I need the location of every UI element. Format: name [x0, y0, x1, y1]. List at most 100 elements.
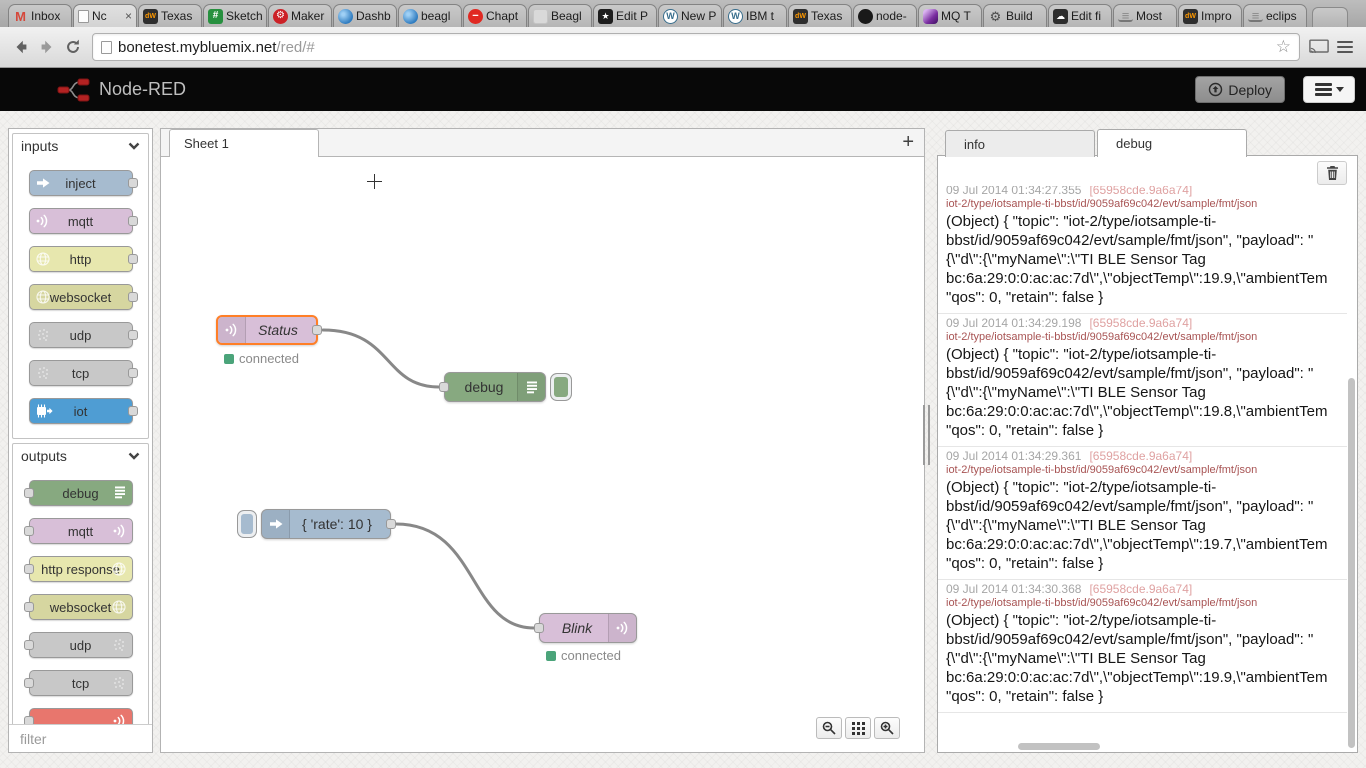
inject-button[interactable]: [237, 510, 257, 538]
browser-tab[interactable]: ⚙ Build ×: [983, 4, 1047, 27]
browser-tab[interactable]: Nc ×: [73, 4, 137, 27]
horizontal-scrollbar-thumb[interactable]: [1018, 743, 1100, 750]
palette-node-tcp[interactable]: tcp: [29, 360, 133, 386]
url-bar[interactable]: bonetest.mybluemix.net/red/# ☆: [92, 33, 1300, 61]
sidebar-content: {\"d\":{\"myName\":\"TI BLE Sensor Tag b…: [937, 155, 1358, 753]
wire[interactable]: [323, 330, 439, 387]
node-palette: inputs inject mqtt http websocket udp: [8, 128, 153, 753]
browser-tab[interactable]: ⚙ Maker ×: [268, 4, 332, 27]
browser-tab[interactable]: ★ Edit P ×: [593, 4, 657, 27]
blue-favicon: [338, 9, 353, 24]
new-tab-button[interactable]: [1312, 7, 1348, 27]
palette-section-header[interactable]: inputs: [13, 134, 148, 158]
browser-tab[interactable]: W New P ×: [658, 4, 722, 27]
tab-label: eclips: [1266, 9, 1302, 23]
zoom-in-button[interactable]: [874, 717, 900, 739]
flow-node-debug1[interactable]: debug: [444, 372, 546, 402]
node-port[interactable]: [128, 368, 138, 378]
browser-tab[interactable]: # Sketch ×: [203, 4, 267, 27]
url-host: bonetest.mybluemix.net: [118, 39, 276, 56]
palette-node-websocket[interactable]: websocket: [29, 284, 133, 310]
flow-node-inject1[interactable]: { 'rate': 10 }: [261, 509, 391, 539]
browser-tab[interactable]: dW Impro ×: [1178, 4, 1242, 27]
so-favicon: ≡: [1248, 10, 1263, 22]
browser-tab[interactable]: MQ T ×: [918, 4, 982, 27]
palette-section-header[interactable]: outputs: [13, 444, 148, 468]
cast-icon[interactable]: [1306, 34, 1332, 60]
browser-tab[interactable]: W IBM t ×: [723, 4, 787, 27]
zoom-out-button[interactable]: [816, 717, 842, 739]
node-port[interactable]: [128, 216, 138, 226]
palette-node-inject[interactable]: inject: [29, 170, 133, 196]
sheets-favicon: #: [208, 9, 223, 24]
ghost-favicon: [533, 9, 548, 24]
sidebar-tab-bar: info debug: [937, 128, 1358, 156]
tab-label: Dashb: [356, 9, 392, 23]
browser-tab[interactable]: node- ×: [853, 4, 917, 27]
deploy-button[interactable]: Deploy: [1195, 76, 1285, 103]
node-port[interactable]: [128, 292, 138, 302]
sheet-tab[interactable]: Sheet 1: [169, 129, 319, 157]
input-port[interactable]: [534, 623, 544, 633]
palette-node-mqtt[interactable]: mqtt: [29, 518, 133, 544]
vertical-scrollbar-thumb[interactable]: [1348, 378, 1355, 748]
node-port[interactable]: [128, 406, 138, 416]
browser-tab[interactable]: − Chapt ×: [463, 4, 527, 27]
sidebar-tab-info[interactable]: info: [945, 130, 1095, 157]
wire[interactable]: [396, 524, 534, 628]
output-port[interactable]: [312, 325, 322, 335]
sidebar-resize-grip[interactable]: [923, 405, 932, 465]
node-port[interactable]: [24, 526, 34, 536]
forward-button[interactable]: [34, 34, 60, 60]
node-port[interactable]: [128, 330, 138, 340]
browser-tab[interactable]: ≡ eclips ×: [1243, 4, 1307, 27]
palette-node-http[interactable]: http: [29, 246, 133, 272]
tab-close-icon[interactable]: ×: [124, 9, 132, 23]
palette-node-udp[interactable]: udp: [29, 632, 133, 658]
node-port[interactable]: [24, 640, 34, 650]
input-port[interactable]: [439, 382, 449, 392]
palette-node-hidden[interactable]: [29, 708, 133, 724]
add-sheet-button[interactable]: +: [902, 131, 914, 154]
debug-message: 09 Jul 2014 01:34:29.361[65958cde.9a6a74…: [938, 447, 1347, 580]
palette-node-http response[interactable]: http response: [29, 556, 133, 582]
browser-tab[interactable]: Dashb ×: [333, 4, 397, 27]
palette-node-mqtt[interactable]: mqtt: [29, 208, 133, 234]
node-port[interactable]: [24, 564, 34, 574]
output-port[interactable]: [386, 519, 396, 529]
bookmark-star-icon[interactable]: ☆: [1276, 37, 1291, 57]
node-port[interactable]: [24, 488, 34, 498]
palette-node-debug[interactable]: debug: [29, 480, 133, 506]
zoom-reset-button[interactable]: [845, 717, 871, 739]
node-port[interactable]: [24, 716, 34, 724]
app-menu-button[interactable]: [1303, 76, 1355, 103]
palette-node-iot[interactable]: iot: [29, 398, 133, 424]
sidebar-tab-debug[interactable]: debug: [1097, 129, 1247, 157]
palette-filter-input[interactable]: [20, 731, 153, 747]
node-port[interactable]: [128, 254, 138, 264]
wordpress-favicon: W: [663, 9, 678, 24]
palette-node-udp[interactable]: udp: [29, 322, 133, 348]
browser-tab[interactable]: ☁ Edit fi ×: [1048, 4, 1112, 27]
browser-tab[interactable]: dW Texas ×: [138, 4, 202, 27]
flow-canvas[interactable]: Status connected debug { 'rate': 10 } Bl…: [161, 157, 924, 752]
palette-node-websocket[interactable]: websocket: [29, 594, 133, 620]
debug-toggle-button[interactable]: [550, 373, 572, 401]
so-favicon: ≡: [1118, 10, 1133, 22]
flow-node-blink[interactable]: Blink connected: [539, 613, 637, 643]
back-button[interactable]: [8, 34, 34, 60]
node-port[interactable]: [24, 678, 34, 688]
reload-button[interactable]: [60, 34, 86, 60]
browser-tab[interactable]: dW Texas ×: [788, 4, 852, 27]
clear-debug-button[interactable]: [1317, 161, 1347, 185]
browser-tab[interactable]: beagl ×: [398, 4, 462, 27]
browser-menu-icon[interactable]: [1332, 34, 1358, 60]
palette-node-tcp[interactable]: tcp: [29, 670, 133, 696]
node-port[interactable]: [128, 178, 138, 188]
browser-tab[interactable]: M Inbox ×: [8, 4, 72, 27]
app-header: Node-RED Deploy: [0, 68, 1366, 111]
browser-tab[interactable]: Beagl ×: [528, 4, 592, 27]
node-port[interactable]: [24, 602, 34, 612]
flow-node-status[interactable]: Status connected: [216, 315, 318, 345]
browser-tab[interactable]: ≡ Most ×: [1113, 4, 1177, 27]
